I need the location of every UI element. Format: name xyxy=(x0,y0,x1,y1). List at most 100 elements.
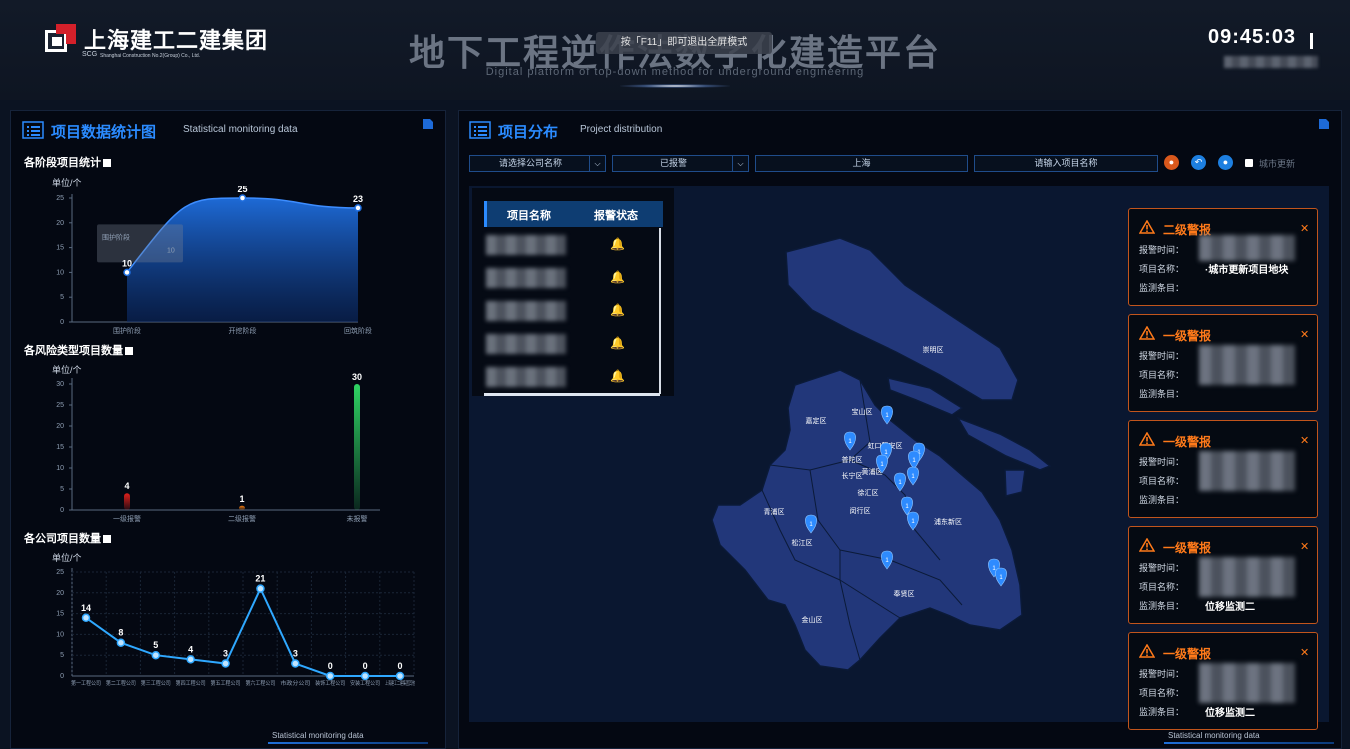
alert-details-redacted xyxy=(1199,557,1295,597)
list-icon xyxy=(469,121,491,144)
y-tick-label: 10 xyxy=(56,631,64,638)
y-tick-label: 20 xyxy=(56,423,64,430)
line-point[interactable] xyxy=(81,613,91,623)
close-icon[interactable]: ✕ xyxy=(1300,540,1309,553)
alert-card[interactable]: 一级警报 ✕ 报警时间： 项目名称： 监测条目： xyxy=(1128,420,1318,518)
line-point[interactable] xyxy=(186,655,195,664)
project-name-redacted xyxy=(486,334,566,354)
alarm-status-select[interactable]: 已报警 ⌵ xyxy=(612,155,749,172)
x-tick-label: 装饰工程公司 xyxy=(315,679,345,687)
district-label: 奉贤区 xyxy=(894,589,915,598)
district-label: 嘉定区 xyxy=(806,416,827,425)
y-tick-label: 30 xyxy=(56,381,64,388)
close-icon[interactable]: ✕ xyxy=(1300,328,1309,341)
line-point[interactable] xyxy=(221,659,230,668)
alert-project-label: 项目名称： xyxy=(1139,582,1185,592)
statistics-bottom-tab[interactable]: Statistical monitoring data xyxy=(272,731,364,740)
city-field[interactable]: 上海 xyxy=(755,155,968,172)
warning-triangle-icon xyxy=(1139,220,1155,234)
area-point[interactable] xyxy=(238,194,247,202)
district-label: 闵行区 xyxy=(850,506,871,515)
alarm-bell-icon: 🔔 xyxy=(610,369,625,383)
table-row[interactable]: 🔔 xyxy=(484,233,656,259)
line-point[interactable] xyxy=(151,650,161,660)
y-tick-label: 20 xyxy=(56,590,64,597)
line-value-label: 8 xyxy=(118,628,123,638)
area-point[interactable] xyxy=(354,204,362,212)
table-row[interactable]: 🔔 xyxy=(484,365,656,391)
y-tick-label: 0 xyxy=(60,319,64,326)
table-row[interactable]: 🔔 xyxy=(484,299,656,325)
company-select[interactable]: 请选择公司名称 ⌵ xyxy=(469,155,606,172)
line-value-label: 3 xyxy=(223,649,228,659)
alarm-filter-button[interactable]: ● xyxy=(1164,155,1179,170)
date-redacted xyxy=(1224,56,1318,68)
line-value-label: 4 xyxy=(188,644,193,654)
close-icon[interactable]: ✕ xyxy=(1300,222,1309,235)
district-label: 徐汇区 xyxy=(858,488,879,497)
y-tick-label: 5 xyxy=(60,652,64,659)
alert-card[interactable]: 一级警报 ✕ 报警时间： 项目名称： 监测条目： 位移监测二 xyxy=(1128,632,1318,730)
tooltip-category: 围护阶段 xyxy=(102,232,130,241)
line-point[interactable] xyxy=(395,671,405,681)
alert-item-value: 位移监测二 xyxy=(1205,602,1255,613)
shanghai-map[interactable]: 崇明区宝山区嘉定区虹口区普陀区静安区长宁区黄浦区徐汇区闵行区青浦区浦东新区松江区… xyxy=(700,230,1070,680)
statistics-panel-title-en: Statistical monitoring data xyxy=(183,124,298,135)
table-scrollbar[interactable] xyxy=(659,228,661,394)
risk-bar[interactable] xyxy=(239,505,245,510)
reset-button[interactable]: ↶ xyxy=(1191,155,1206,170)
alarm-bell-icon: 🔔 xyxy=(610,270,625,284)
line-point[interactable] xyxy=(116,638,126,647)
y-tick-label: 20 xyxy=(56,220,64,227)
distribution-bottom-tab[interactable]: Statistical monitoring data xyxy=(1168,731,1260,740)
risk-bar[interactable] xyxy=(354,384,360,510)
alarm-bell-icon: 🔔 xyxy=(610,336,625,350)
alert-level: 一级警报 xyxy=(1163,435,1212,449)
table-row[interactable]: 🔔 xyxy=(484,266,656,292)
y-tick-label: 10 xyxy=(56,465,64,472)
alert-item-value: 位移监测二 xyxy=(1205,708,1255,719)
bar-value-label: 30 xyxy=(352,372,362,382)
panel-corner-icon xyxy=(1319,119,1329,129)
line-point[interactable] xyxy=(256,584,265,593)
alert-time-label: 报警时间： xyxy=(1139,351,1185,361)
x-tick-label: 市政分公司 xyxy=(280,679,310,687)
x-tick-label: 第六工程公司 xyxy=(245,679,275,687)
table-header-alarm-status: 报警状态 xyxy=(594,210,638,222)
statistics-panel-title: 项目数据统计图 xyxy=(51,124,157,141)
line-point[interactable] xyxy=(360,671,370,681)
fullscreen-hint-toast: 按「F11」即可退出全屏模式 xyxy=(596,32,772,54)
alert-card[interactable]: 一级警报 ✕ 报警时间： 项目名称： 监测条目： 位移监测二 xyxy=(1128,526,1318,624)
risk-bar-chart: 0 5 10 15 20 25 30 4 一级报警 1 二级报警 30 未报警 xyxy=(56,372,380,523)
distribution-panel-title: 项目分布 xyxy=(498,124,559,141)
y-tick-label: 25 xyxy=(56,569,64,576)
line-value-label: 14 xyxy=(81,603,91,613)
close-icon[interactable]: ✕ xyxy=(1300,434,1309,447)
line-value-label: 5 xyxy=(153,640,158,650)
table-row[interactable]: 🔔 xyxy=(484,332,656,358)
alert-project-value: ·城市更新项目地块 xyxy=(1205,265,1289,276)
district-label: 青浦区 xyxy=(764,507,785,516)
alert-card[interactable]: 一级警报 ✕ 报警时间： 项目名称： 监测条目： xyxy=(1128,314,1318,412)
x-tick-label: 开挖阶段 xyxy=(229,326,257,335)
city-update-label: 城市更新 xyxy=(1259,159,1296,169)
close-icon[interactable]: ✕ xyxy=(1300,646,1309,659)
alert-card[interactable]: 二级警报 ✕ 报警时间： 项目名称： 监测条目： ·城市更新项目地块 xyxy=(1128,208,1318,306)
project-name-redacted xyxy=(486,367,566,387)
statistics-bottom-line xyxy=(268,742,428,744)
risk-bar[interactable] xyxy=(124,493,130,510)
city-update-checkbox[interactable] xyxy=(1245,159,1253,167)
bar-value-label: 1 xyxy=(239,494,244,504)
locate-button[interactable]: ● xyxy=(1218,155,1233,170)
line-point[interactable] xyxy=(325,671,335,681)
x-tick-label: 二级报警 xyxy=(228,514,256,523)
undo-icon: ↶ xyxy=(1194,157,1203,167)
area-point[interactable] xyxy=(123,268,131,277)
area-value-label: 10 xyxy=(122,258,132,268)
list-icon xyxy=(22,121,44,144)
project-name-input[interactable]: 请输入项目名称 xyxy=(974,155,1158,172)
company-chart-title: 各公司项目数量 xyxy=(24,530,111,546)
line-value-label: 3 xyxy=(293,649,298,659)
line-point[interactable] xyxy=(291,659,300,668)
district-label: 浦东新区 xyxy=(934,517,962,526)
